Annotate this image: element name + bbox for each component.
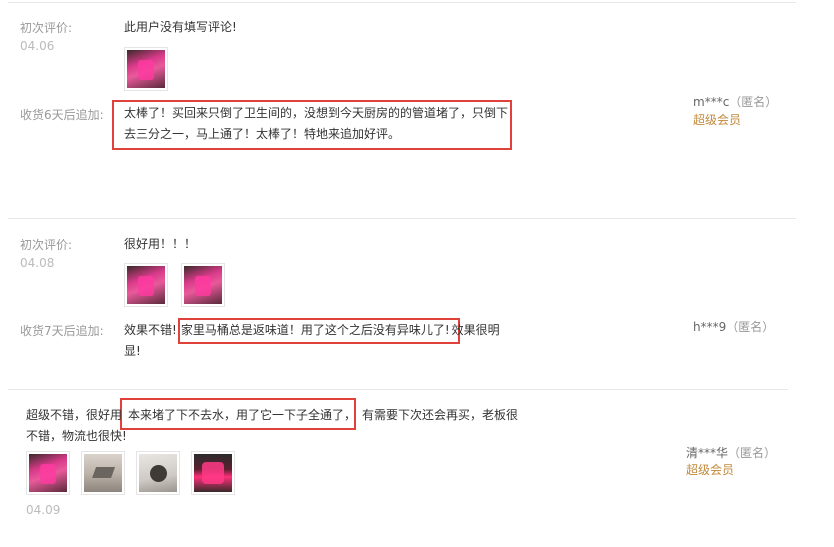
initial-review-label: 初次评价: [20, 238, 73, 252]
followup-text-post: 效果很明 [451, 323, 500, 337]
review-photo-thumbnail[interactable] [136, 451, 180, 495]
review-photo-thumbnail[interactable] [81, 451, 125, 495]
reviewer-name: h***9（匿名） [693, 318, 774, 336]
followup-review-text: 太棒了！买回来只倒了卫生间的，没想到今天厨房的的管道堵了，只倒下 去三分之一，马… [124, 103, 514, 145]
reviewer-name: 清***华（匿名） [686, 444, 776, 462]
review-text-pre: 超级不错，很好用 [26, 408, 123, 422]
review-photo-thumbnail[interactable] [191, 451, 235, 495]
product-photo-image [194, 454, 232, 492]
review-divider-top [8, 2, 796, 3]
review-text: 此用户没有填写评论! [124, 20, 237, 34]
followup-text-pre: 效果不错! [124, 323, 177, 337]
followup-text-line: 太棒了！买回来只倒了卫生间的，没想到今天厨房的的管道堵了，只倒下 [124, 106, 509, 120]
followup-text-highlighted: 家里马桶总是返味道！用了这个之后没有异味儿了! [180, 323, 450, 337]
review-text-post: 有需要下次还会再买，老板很 [362, 408, 519, 422]
initial-review-date: 04.08 [20, 256, 55, 270]
followup-text-line: 效果不错! 家里马桶总是返味道！用了这个之后没有异味儿了! 效果很明 [124, 320, 524, 341]
reviewer-nick: h***9 [693, 320, 727, 334]
product-photo-image [139, 454, 177, 492]
initial-review-date: 04.06 [20, 39, 55, 53]
anonymous-tag: （匿名） [726, 320, 775, 334]
review-photo-thumbnail[interactable] [124, 47, 168, 91]
member-badge: 超级会员 [686, 463, 735, 477]
reviewer-nick: m***c [693, 95, 730, 109]
review-photo-thumbnail[interactable] [181, 263, 225, 307]
review-text: 超级不错，很好用 本来堵了下不去水，用了它一下子全通了， 有需要下次还会再买，老板很… [26, 405, 526, 447]
reviewer-name: m***c（匿名） [693, 93, 777, 111]
review-date: 04.09 [26, 503, 61, 517]
product-photo-image [29, 454, 67, 492]
initial-review-label: 初次评价: [20, 21, 73, 35]
product-photo-image [184, 266, 222, 304]
product-photo-image [127, 266, 165, 304]
member-badge: 超级会员 [693, 113, 742, 127]
review-photo-thumbnail[interactable] [124, 263, 168, 307]
product-photo-image [127, 50, 165, 88]
review-text-highlighted: 本来堵了下不去水，用了它一下子全通了， [128, 408, 357, 422]
product-photo-image [84, 454, 122, 492]
followup-text-line: 显! [124, 344, 141, 358]
followup-review-label: 收货6天后追加: [20, 108, 104, 122]
followup-text-line: 去三分之一，马上通了！太棒了！特地来追加好评。 [124, 127, 401, 141]
anonymous-tag: （匿名） [728, 446, 777, 460]
review-divider [8, 218, 796, 219]
review-photo-thumbnail[interactable] [26, 451, 70, 495]
review-divider [8, 389, 788, 390]
review-text-line: 不错，物流也很快! [26, 429, 127, 443]
followup-review-text: 效果不错! 家里马桶总是返味道！用了这个之后没有异味儿了! 效果很明 显! [124, 320, 524, 362]
anonymous-tag: （匿名） [729, 95, 778, 109]
review-text: 很好用！！！ [124, 237, 197, 251]
reviewer-nick: 清***华 [686, 446, 729, 460]
review-text-line: 超级不错，很好用 本来堵了下不去水，用了它一下子全通了， 有需要下次还会再买，老板很 [26, 405, 526, 426]
followup-review-label: 收货7天后追加: [20, 324, 104, 338]
